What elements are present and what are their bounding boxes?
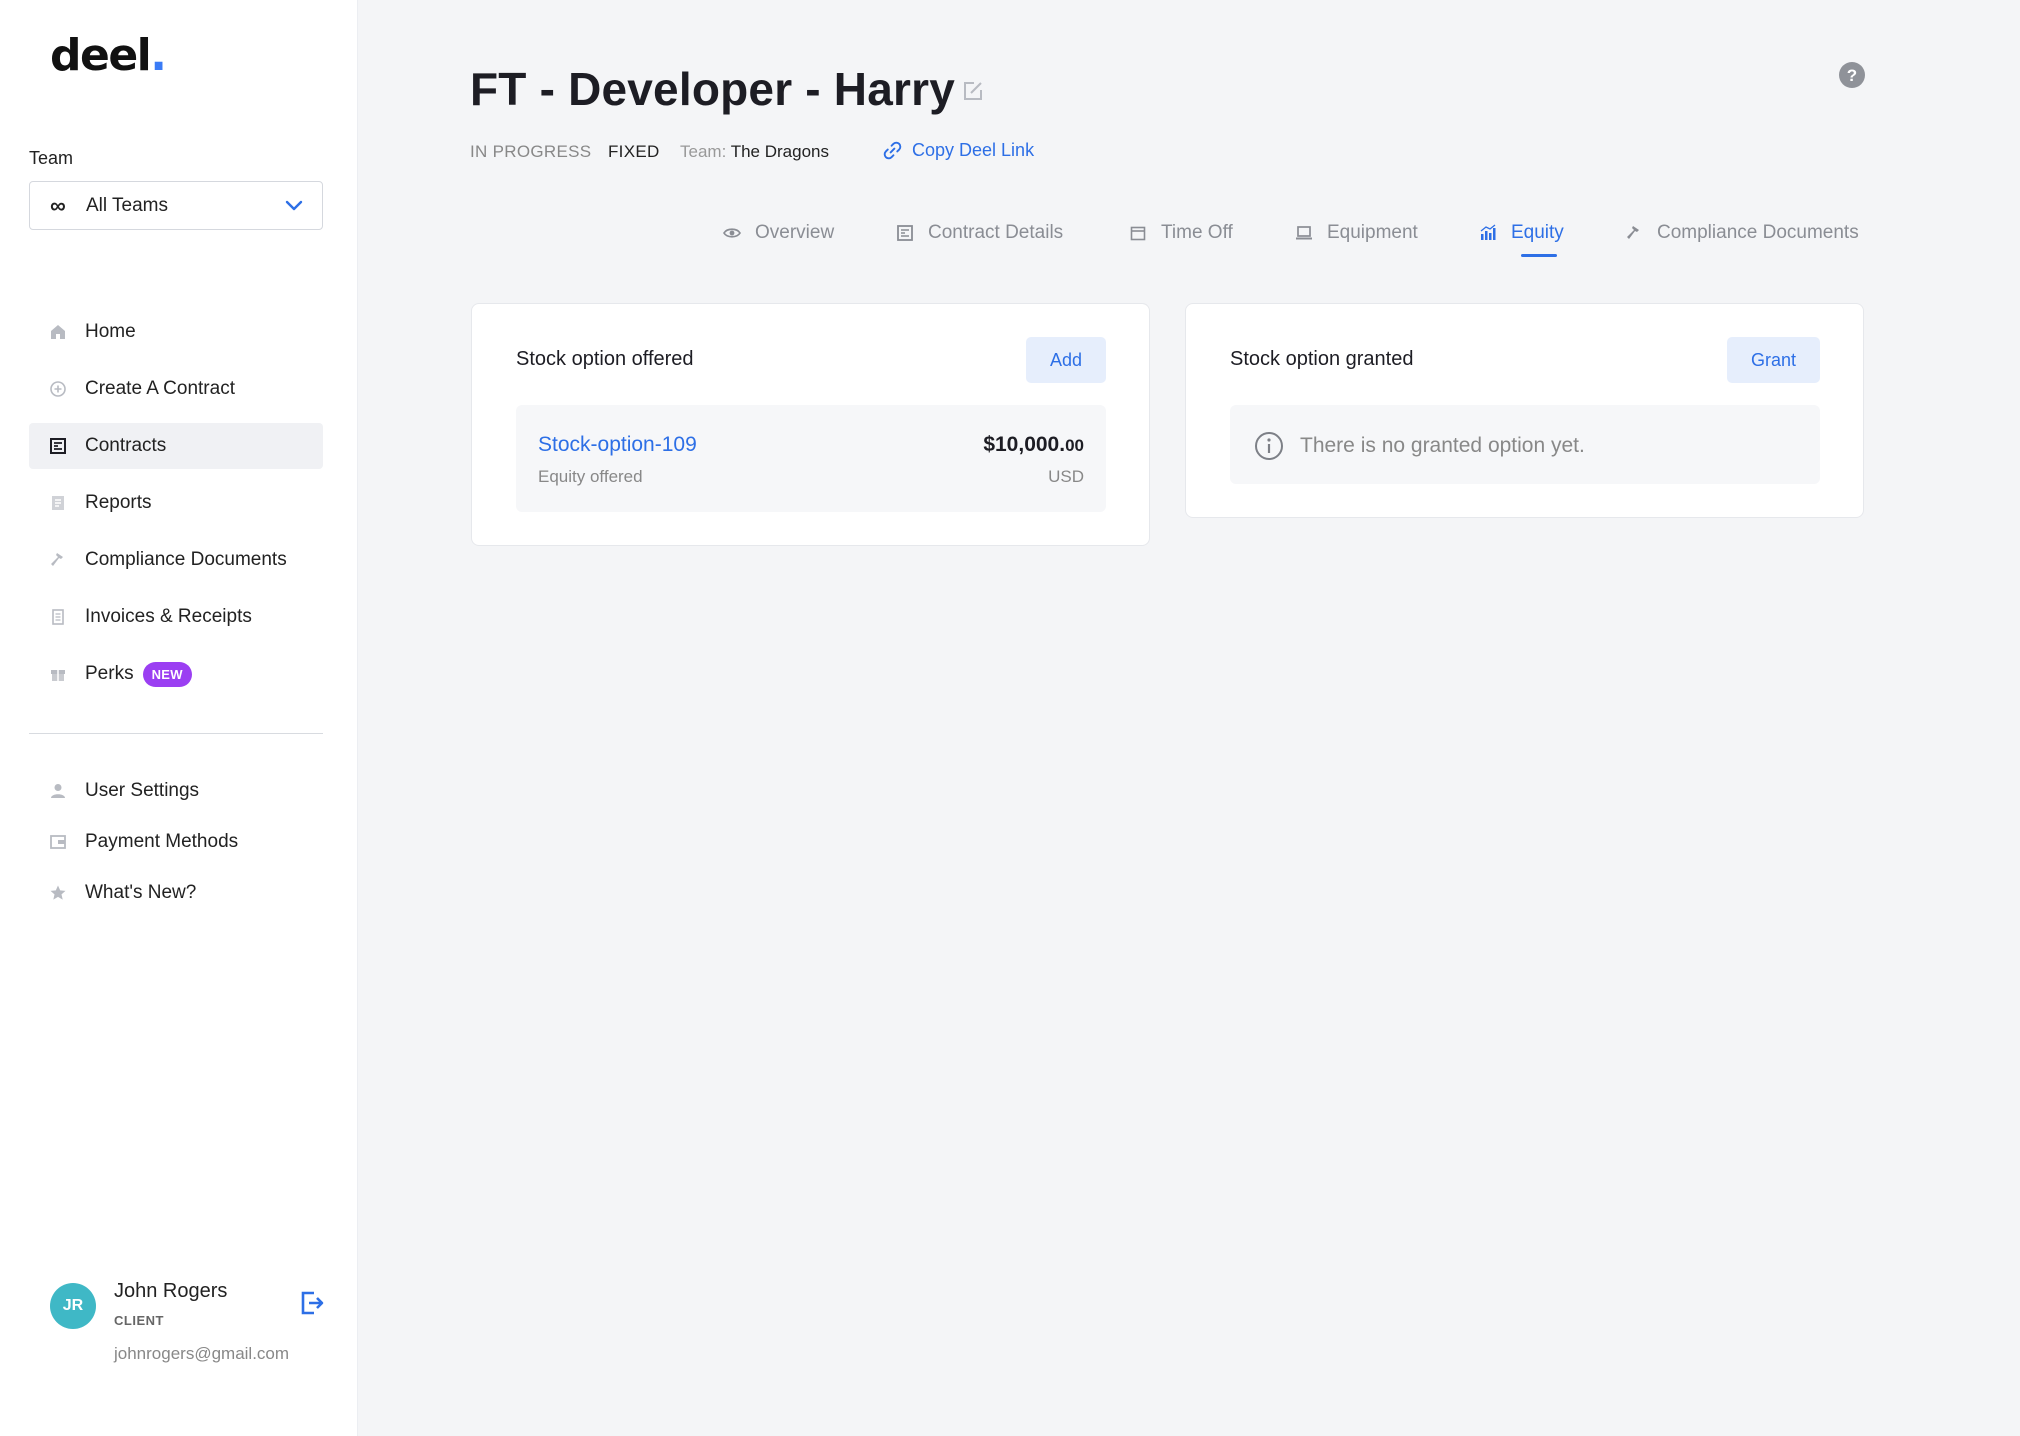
new-badge: NEW: [142, 661, 192, 687]
logout-icon[interactable]: [300, 1290, 326, 1316]
tab-equipment[interactable]: Equipment: [1295, 218, 1418, 248]
contract-type: FIXED: [608, 142, 660, 161]
bar-chart-icon: [1480, 224, 1496, 240]
infinity-icon: ∞: [50, 192, 66, 218]
user-role: CLIENT: [114, 1313, 164, 1328]
stock-option-subtitle: Equity offered: [538, 467, 643, 486]
stock-option-link[interactable]: Stock-option-109: [538, 433, 697, 457]
stock-option-amount: $10,000.00: [983, 433, 1084, 456]
copy-deel-link[interactable]: Copy Deel Link: [883, 140, 1034, 161]
invoice-icon: [52, 609, 64, 625]
sidebar-item-payment-methods[interactable]: Payment Methods: [29, 819, 323, 865]
sidebar-item-label: What's New?: [85, 882, 197, 903]
tab-compliance-documents[interactable]: Compliance Documents: [1625, 218, 1859, 248]
user-icon: [51, 784, 65, 798]
primary-nav: Home Create A Contract Contracts Reports…: [29, 309, 323, 708]
sidebar-item-label: Compliance Documents: [85, 549, 287, 570]
calendar-icon: [1130, 226, 1146, 241]
card-title: Stock option offered: [516, 348, 694, 370]
chevron-down-icon: [285, 200, 303, 211]
home-icon: [51, 325, 65, 339]
stock-option-item[interactable]: Stock-option-109 Equity offered $10,000.…: [516, 405, 1106, 512]
edit-icon[interactable]: [962, 80, 984, 102]
team-info-label: Team:: [680, 142, 727, 161]
sidebar-item-reports[interactable]: Reports: [29, 480, 323, 526]
sidebar-item-label: User Settings: [85, 780, 200, 801]
card-title: Stock option granted: [1230, 348, 1414, 370]
hammer-icon: [1627, 226, 1639, 239]
sidebar-item-contracts[interactable]: Contracts: [29, 423, 323, 469]
sidebar-item-label: Contracts: [85, 435, 167, 456]
svg-text:?: ?: [1847, 66, 1857, 85]
sidebar-item-label: Create A Contract: [85, 378, 235, 399]
sidebar-divider: [29, 733, 323, 734]
secondary-nav: User Settings Payment Methods What's New…: [29, 768, 323, 921]
tab-time-off[interactable]: Time Off: [1129, 218, 1233, 248]
info-icon: [1255, 432, 1283, 460]
tab-equity[interactable]: Equity: [1479, 218, 1564, 248]
hammer-icon: [51, 553, 63, 566]
tab-overview[interactable]: Overview: [723, 218, 834, 248]
laptop-icon: [1296, 226, 1312, 240]
tab-bar: Overview Contract Details Time Off Equip…: [0, 218, 1866, 258]
empty-state: There is no granted option yet.: [1230, 405, 1820, 484]
sidebar-item-whats-new[interactable]: What's New?: [29, 870, 323, 916]
reports-icon: [52, 496, 64, 510]
empty-message: There is no granted option yet.: [1254, 431, 1585, 461]
active-tab-indicator: [1521, 254, 1557, 257]
star-icon: [50, 885, 66, 900]
sidebar-item-label: Home: [85, 321, 136, 342]
avatar[interactable]: JR: [50, 1283, 96, 1329]
stock-option-currency: USD: [1048, 467, 1084, 486]
sidebar-item-label: Reports: [85, 492, 152, 513]
user-name: John Rogers: [114, 1280, 228, 1302]
sidebar-item-label: Payment Methods: [85, 831, 239, 852]
sidebar: deel. Team ∞ All Teams Home Create A Con…: [0, 0, 358, 1436]
stock-option-granted-card: Stock option granted Grant There is no g…: [1185, 303, 1864, 518]
deel-logo[interactable]: deel.: [50, 30, 167, 81]
eye-icon: [723, 228, 741, 238]
user-email: johnrogers@gmail.com: [114, 1344, 290, 1363]
team-select-value: All Teams: [86, 194, 169, 216]
user-profile: JR John Rogers CLIENT johnrogers@gmail.c…: [50, 1280, 330, 1370]
add-button[interactable]: Add: [1026, 337, 1106, 383]
sidebar-item-label: Perks: [85, 663, 134, 684]
sidebar-item-invoices-receipts[interactable]: Invoices & Receipts: [29, 594, 323, 640]
status-badge: IN PROGRESS: [470, 142, 592, 161]
document-icon: [897, 225, 913, 241]
plus-circle-icon: [50, 381, 66, 397]
team-info: Team: The Dragons: [680, 142, 829, 162]
sidebar-item-compliance-documents[interactable]: Compliance Documents: [29, 537, 323, 583]
sidebar-item-create-contract[interactable]: Create A Contract: [29, 366, 323, 412]
sidebar-item-label: Invoices & Receipts: [85, 606, 252, 627]
gift-icon: [51, 670, 65, 681]
link-icon: [883, 141, 902, 160]
help-icon[interactable]: ?: [1838, 61, 1866, 89]
sidebar-item-perks[interactable]: Perks NEW: [29, 651, 323, 697]
team-info-value: The Dragons: [730, 142, 829, 161]
tab-contract-details[interactable]: Contract Details: [896, 218, 1063, 248]
wallet-icon: [50, 835, 66, 849]
page-title: FT - Developer - Harry: [470, 63, 955, 115]
copy-deel-link-label: Copy Deel Link: [912, 140, 1035, 160]
contract-icon: [50, 438, 66, 454]
sidebar-item-home[interactable]: Home: [29, 309, 323, 355]
stock-option-offered-card: Stock option offered Add Stock-option-10…: [471, 303, 1150, 546]
grant-button[interactable]: Grant: [1727, 337, 1820, 383]
team-label: Team: [29, 148, 74, 168]
sidebar-item-user-settings[interactable]: User Settings: [29, 768, 323, 814]
